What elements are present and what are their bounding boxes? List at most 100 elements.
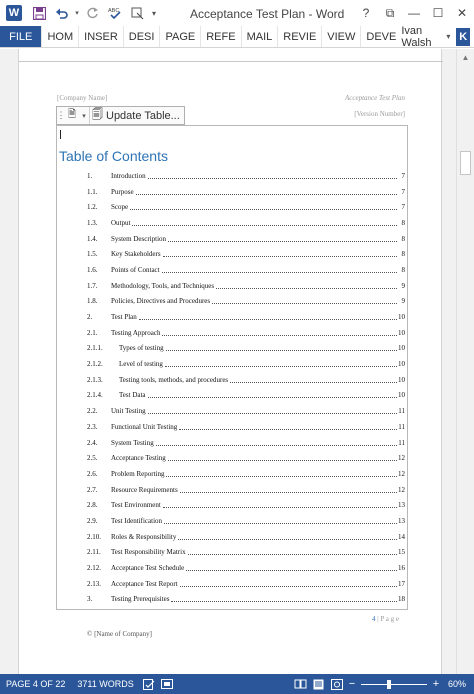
word-count[interactable]: 3711 WORDS xyxy=(71,679,139,689)
scroll-thumb[interactable] xyxy=(460,151,471,175)
toc-entry-text: Test Data xyxy=(119,391,146,400)
zoom-slider[interactable] xyxy=(360,679,427,689)
toc-leader-dots xyxy=(168,240,397,242)
minimize-icon[interactable]: — xyxy=(402,0,426,26)
toc-entry[interactable]: 1.3. Output 8 xyxy=(87,215,405,231)
print-layout-icon[interactable] xyxy=(310,674,328,694)
proofing-icon[interactable] xyxy=(140,674,158,694)
undo-dropdown-icon[interactable]: ▾ xyxy=(72,2,82,24)
tab-references[interactable]: REFE xyxy=(200,26,240,47)
toc-entry[interactable]: 2.1.4. Test Data 10 xyxy=(87,388,405,404)
toc-entry[interactable]: 2.1.3. Testing tools, methods, and proced… xyxy=(87,372,405,388)
toc-entry-text: Test Plan xyxy=(111,313,137,322)
close-icon[interactable]: ✕ xyxy=(450,0,474,26)
table-of-contents[interactable]: Table of Contents 1. Introduction 7 1.1. Pur… xyxy=(56,125,408,610)
toc-entry[interactable]: 2.1.2. Level of testing 10 xyxy=(87,356,405,372)
toc-entry[interactable]: 2.9. Test Identification 13 xyxy=(87,513,405,529)
toc-entry[interactable]: 2.3. Functional Unit Testing 11 xyxy=(87,419,405,435)
spelling-icon[interactable]: ABC xyxy=(104,2,126,24)
toc-entry-number: 2.3. xyxy=(87,422,98,431)
toc-entry[interactable]: 2.6. Problem Reporting 12 xyxy=(87,466,405,482)
tab-home[interactable]: HOM xyxy=(41,26,78,47)
svg-text:ABC: ABC xyxy=(108,8,119,14)
zoom-slider-thumb[interactable] xyxy=(387,679,392,689)
toc-entry[interactable]: 1.2. Scope 7 xyxy=(87,199,405,215)
toc-entry[interactable]: 2.11. Test Responsibility Matrix 15 xyxy=(87,545,405,561)
vertical-scrollbar[interactable]: ▲ xyxy=(456,49,474,674)
toc-entry[interactable]: 1.8. Policies, Directives and Procedures 9 xyxy=(87,294,405,310)
tab-developer[interactable]: DEVE xyxy=(360,26,401,47)
toc-entry[interactable]: 2.13. Acceptance Test Report 17 xyxy=(87,576,405,592)
status-bar: PAGE 4 OF 22 3711 WORDS − + 60% xyxy=(0,674,474,694)
tab-view[interactable]: VIEW xyxy=(321,26,360,47)
toc-entry[interactable]: 2.4. System Testing 11 xyxy=(87,435,405,451)
tab-review[interactable]: REVIE xyxy=(277,26,321,47)
page-count[interactable]: PAGE 4 OF 22 xyxy=(0,679,71,689)
toc-entry[interactable]: 2.7. Resource Requirements 12 xyxy=(87,482,405,498)
toc-entry[interactable]: 1.7. Methodology, Tools, and Techniques 9 xyxy=(87,278,405,294)
update-table-button[interactable]: 🗐 Update Table... xyxy=(89,107,184,124)
avatar[interactable]: K xyxy=(456,27,470,46)
document-page[interactable]: [Company Name] Acceptance Test Plan [Ver… xyxy=(18,49,443,674)
toc-entry[interactable]: 3. Testing Prerequisites 18 xyxy=(87,592,405,608)
save-icon[interactable] xyxy=(28,2,50,24)
toc-leader-dots xyxy=(212,303,397,305)
toc-entry[interactable]: 2.5. Acceptance Testing 12 xyxy=(87,450,405,466)
toc-entry-page: 15 xyxy=(398,548,405,557)
zoom-in-button[interactable]: + xyxy=(430,678,442,690)
chevron-down-icon[interactable]: ▾ xyxy=(79,112,89,120)
customize-icon[interactable]: ▾ xyxy=(148,2,160,24)
toc-entry-text: Functional Unit Testing xyxy=(111,422,178,431)
touch-mode-icon[interactable] xyxy=(126,2,148,24)
toc-entry-number: 1.6. xyxy=(87,265,98,274)
word-logo-icon[interactable]: W xyxy=(6,5,22,21)
toc-content-control[interactable]: ⋮ 🗎 ▾ 🗐 Update Table... xyxy=(56,106,185,125)
toc-leader-dots xyxy=(179,585,397,587)
toc-entry[interactable]: 1. Introduction 7 xyxy=(87,168,405,184)
zoom-level[interactable]: 60% xyxy=(442,679,474,689)
toc-entry[interactable]: 1.5. Key Stakeholders 8 xyxy=(87,246,405,262)
help-icon[interactable]: ? xyxy=(354,0,378,26)
tab-insert[interactable]: INSER xyxy=(78,26,123,47)
toc-entry[interactable]: 1.4. System Description 8 xyxy=(87,231,405,247)
toc-entry[interactable]: 1.1. Purpose 7 xyxy=(87,184,405,200)
toc-entry-page: 10 xyxy=(398,375,405,384)
macro-record-icon[interactable] xyxy=(158,674,176,694)
toc-entry[interactable]: 1.6. Points of Contact 8 xyxy=(87,262,405,278)
toc-entry-page: 10 xyxy=(398,391,405,400)
scroll-up-icon[interactable]: ▲ xyxy=(457,53,474,65)
toc-entry-number: 2.1.3. xyxy=(87,375,103,384)
toc-entry[interactable]: 2.1.1. Types of testing 10 xyxy=(87,341,405,357)
toc-entry[interactable]: 2.1. Testing Approach 10 xyxy=(87,325,405,341)
ribbon-display-icon[interactable]: ⧉ xyxy=(378,0,402,26)
toc-entry[interactable]: 2.8. Test Environment 13 xyxy=(87,497,405,513)
toc-entry[interactable]: 2.10. Roles & Responsibility 14 xyxy=(87,529,405,545)
redo-icon[interactable] xyxy=(82,2,104,24)
tab-design[interactable]: DESI xyxy=(122,26,160,47)
zoom-out-button[interactable]: − xyxy=(346,678,358,690)
web-layout-icon[interactable] xyxy=(328,674,346,694)
undo-icon[interactable] xyxy=(50,2,72,24)
toc-entry-page: 8 xyxy=(401,265,406,274)
toc-entry-text: Types of testing xyxy=(119,344,164,353)
toc-entry-page: 12 xyxy=(398,485,405,494)
maximize-icon[interactable]: ☐ xyxy=(426,0,450,26)
grip-handle-icon[interactable]: ⋮ xyxy=(57,107,66,124)
read-mode-icon[interactable] xyxy=(292,674,310,694)
document-area[interactable]: [Company Name] Acceptance Test Plan [Ver… xyxy=(0,49,474,674)
toc-entry[interactable]: 2.2. Unit Testing 11 xyxy=(87,403,405,419)
toc-leader-dots xyxy=(216,287,397,289)
toc-entry[interactable]: 2. Test Plan 10 xyxy=(87,309,405,325)
user-account[interactable]: Ivan Walsh ▾ K xyxy=(401,25,474,49)
toc-leader-dots xyxy=(187,554,397,556)
toc-entry-text: Points of Contact xyxy=(111,265,160,274)
window-controls: ? ⧉ — ☐ ✕ xyxy=(354,0,474,26)
toc-entry-page: 11 xyxy=(398,407,405,416)
toc-entry-number: 2.7. xyxy=(87,485,98,494)
toc-entry[interactable]: 2.12. Acceptance Test Schedule 16 xyxy=(87,560,405,576)
document-icon[interactable]: 🗎 xyxy=(65,107,79,124)
tab-file[interactable]: FILE xyxy=(0,26,42,47)
tab-mailings[interactable]: MAIL xyxy=(240,26,278,47)
tab-page-layout[interactable]: PAGE xyxy=(159,26,200,47)
refresh-document-icon: 🗐 xyxy=(92,109,103,121)
